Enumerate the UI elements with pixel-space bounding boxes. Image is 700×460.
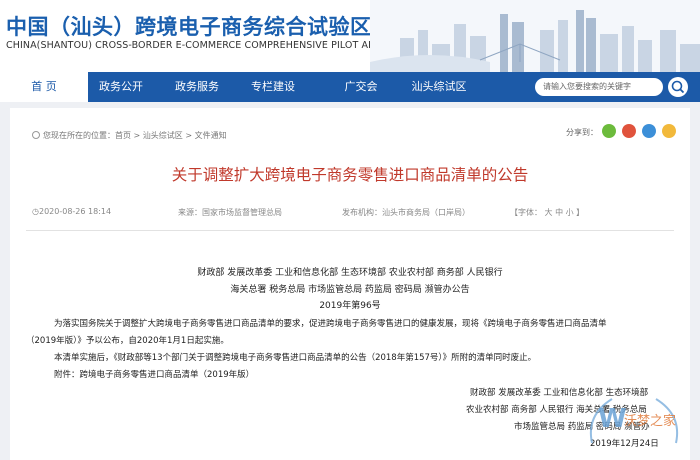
divider [26, 230, 674, 231]
nav-item-special-columns[interactable]: 专栏建设 [240, 72, 306, 102]
breadcrumb-text[interactable]: 您现在所在的位置：首页 > 汕头综试区 > 文件通知 [43, 131, 227, 140]
weibo-icon[interactable] [622, 124, 636, 138]
paragraph-2: 本清单实施后，《财政部等13个部门关于调整跨境电子商务零售进口商品清单的公告（2… [54, 353, 537, 363]
paragraph-1-line-1: 为落实国务院关于调整扩大跨境电子商务零售进口商品清单的要求，促进跨境电子商务零售… [54, 319, 607, 329]
search-icon [671, 80, 685, 94]
skyline-banner-image [370, 0, 700, 72]
paragraph-1-line-2: （2019年版）》予以公布，自2020年1月1日起实施。 [26, 336, 229, 346]
document-number: 2019年第96号 [319, 301, 381, 311]
search-button[interactable] [668, 77, 688, 97]
location-icon [32, 131, 40, 139]
svg-text:W: W [598, 404, 627, 434]
nav-item-home[interactable]: 首 页 [0, 72, 88, 102]
wmzh-watermark-logo: W 沃梦之家 [590, 398, 678, 444]
issuers-line-2: 海关总署 税务总局 市场监管总局 药监局 密码局 濒管办公告 [230, 285, 470, 295]
publish-date: ◷2020-08-26 18:14 [32, 207, 112, 216]
nav-item-shantou-pilot-zone[interactable]: 汕头综试区 [406, 72, 472, 102]
svg-text:沃梦之家: 沃梦之家 [624, 413, 676, 429]
qzone-icon[interactable] [662, 124, 676, 138]
article-source: 来源：国家市场监督管理总局 [178, 208, 282, 217]
font-size-control[interactable]: 【字体： 大 中 小 】 [510, 207, 584, 218]
wechat-icon[interactable] [602, 124, 616, 138]
issuers-line-1: 财政部 发展改革委 工业和信息化部 生态环境部 农业农村部 商务部 人民银行 [197, 268, 503, 278]
nav-item-canton-fair[interactable]: 广交会 [328, 72, 394, 102]
site-subtitle: CHINA(SHANTOU) CROSS-BORDER E-COMMERCE C… [6, 40, 388, 51]
search-input[interactable]: 请输入您要搜索的关键字 [535, 78, 663, 96]
clock-icon: ◷ [32, 207, 39, 216]
site-header: 中国（汕头）跨境电子商务综合试验区 CHINA(SHANTOU) CROSS-B… [0, 0, 700, 72]
article-title: 关于调整扩大跨境电子商务零售进口商品清单的公告 [171, 166, 529, 184]
site-title: 中国（汕头）跨境电子商务综合试验区 [6, 15, 372, 39]
share-label: 分享到： [566, 128, 598, 137]
attachment-link[interactable]: 附件：跨境电子商务零售进口商品清单（2019年版） [54, 368, 254, 380]
breadcrumb: 您现在所在的位置：首页 > 汕头综试区 > 文件通知 [32, 130, 227, 141]
qq-icon[interactable] [642, 124, 656, 138]
article-publisher: 发布机构：汕头市商务局（口岸局） [342, 208, 470, 217]
nav-item-government-services[interactable]: 政务服务 [164, 72, 230, 102]
nav-item-government-affairs[interactable]: 政务公开 [88, 72, 154, 102]
